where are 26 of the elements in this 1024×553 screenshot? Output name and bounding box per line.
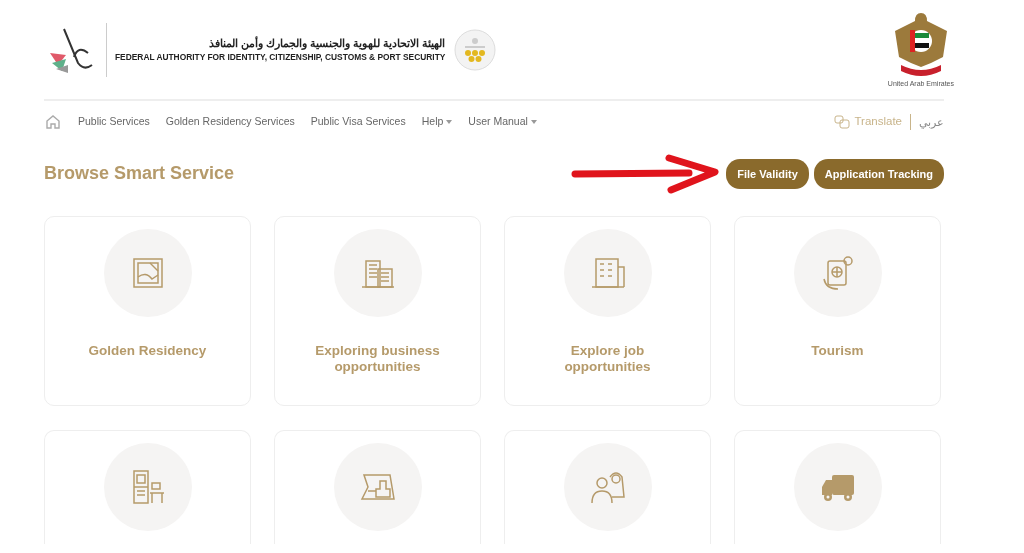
card-title: Tourism bbox=[810, 343, 865, 359]
nav-link[interactable]: User Manual bbox=[468, 114, 537, 130]
service-card[interactable] bbox=[274, 430, 481, 544]
nav-link[interactable]: Golden Residency Services bbox=[165, 114, 295, 130]
seal-logo bbox=[453, 27, 498, 72]
card-title: Explore job opportunities bbox=[563, 343, 652, 375]
home-icon[interactable] bbox=[44, 113, 62, 131]
service-card[interactable] bbox=[734, 430, 941, 544]
service-card[interactable] bbox=[44, 430, 251, 544]
pill-button[interactable]: Application Tracking bbox=[813, 158, 944, 190]
nav-link[interactable]: Help bbox=[421, 114, 453, 130]
card-title: Golden Residency bbox=[87, 343, 208, 359]
authority-name: FEDERAL AUTHORITY FOR IDENTITY, CITIZENSHIP, CUSTOMS & PORT SECURITY bbox=[115, 51, 446, 65]
authority-name: الهيئة الاتحادية للهوية والجنسية والجمارك وأمن المنافذ bbox=[208, 35, 446, 52]
nav-link[interactable]: Public Visa Services bbox=[310, 114, 406, 130]
service-card[interactable]: Golden Residency bbox=[44, 216, 251, 406]
card-title: Exploring business opportunities bbox=[314, 343, 441, 375]
pill-button[interactable]: File Validity bbox=[726, 158, 809, 190]
translate-icon bbox=[834, 115, 851, 129]
service-card[interactable] bbox=[504, 430, 711, 544]
service-card[interactable]: Exploring business opportunities bbox=[274, 216, 481, 406]
nav-link[interactable]: Public Services bbox=[78, 114, 150, 130]
page-heading: Browse Smart Service bbox=[44, 163, 235, 185]
service-card[interactable]: Explore job opportunities bbox=[504, 216, 711, 406]
service-card[interactable]: Tourism bbox=[734, 216, 941, 406]
language-link[interactable]: عربي bbox=[919, 113, 944, 131]
